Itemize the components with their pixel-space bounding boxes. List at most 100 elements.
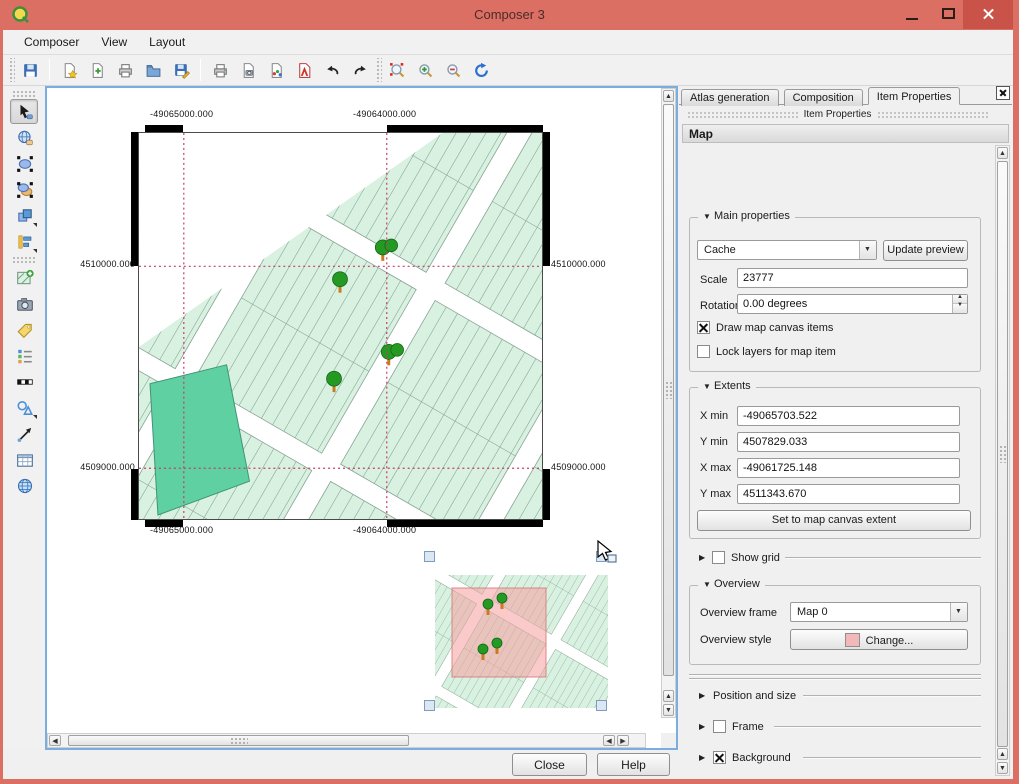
add-basic-shape-button[interactable] [10,395,38,420]
new-composer-button[interactable] [56,57,82,83]
show-grid-checkbox[interactable] [712,551,725,564]
tab-composition[interactable]: Composition [784,89,863,106]
frame-checkbox[interactable] [713,720,726,733]
maximize-button[interactable] [932,0,964,29]
scroll-left-button-2[interactable]: ◀ [603,735,615,746]
ungroup-items-button[interactable] [10,177,38,202]
main-properties-title[interactable]: Main properties [698,210,795,222]
dropdown-indicator-icon [33,249,37,253]
tab-item-properties[interactable]: Item Properties [868,87,961,105]
position-size-expand-icon[interactable] [699,691,710,700]
align-items-button[interactable] [10,229,38,254]
refresh-button[interactable] [468,57,494,83]
load-template-button[interactable] [140,57,166,83]
background-expand-icon[interactable] [699,753,710,762]
add-scalebar-button[interactable] [10,369,38,394]
extents-title[interactable]: Extents [698,380,756,392]
xmax-input[interactable] [737,458,960,478]
panel-scroll-thumb[interactable] [997,161,1008,747]
add-arrow-button[interactable] [10,421,38,446]
scroll-down-button[interactable]: ▼ [663,704,674,716]
menu-layout[interactable]: Layout [138,30,196,54]
overview-map-item[interactable] [435,575,608,708]
panel-scroll-down-button[interactable]: ▼ [997,762,1008,774]
overview-frame-combo[interactable]: Map 0 [790,602,968,622]
scale-input[interactable] [737,268,968,288]
print-button[interactable] [207,57,233,83]
composition-page[interactable]: -49065000.000-49064000.000-49065000.000-… [47,88,661,733]
overview-style-change-button[interactable]: Change... [790,629,968,650]
select-move-item-button[interactable] [10,99,38,124]
selection-handle[interactable] [424,700,435,711]
horizontal-scroll-thumb[interactable] [68,735,409,746]
tab-atlas-generation[interactable]: Atlas generation [681,89,779,106]
panel-scrollbar[interactable]: ▲ ▲ ▼ [995,145,1010,776]
add-label-button[interactable] [10,317,38,342]
background-checkbox[interactable] [713,751,726,764]
scroll-left-button[interactable]: ◀ [49,735,61,746]
overview-title[interactable]: Overview [698,578,765,590]
selection-handle[interactable] [596,700,607,711]
collapse-arrow-icon[interactable] [703,382,714,391]
close-window-button[interactable] [963,0,1013,29]
export-image-button[interactable] [235,57,261,83]
zoom-in-button[interactable] [412,57,438,83]
panel-scroll-up-button[interactable]: ▲ [997,147,1008,159]
ymax-input[interactable] [737,484,960,504]
minimize-button[interactable] [896,0,928,29]
combo-dropdown-icon[interactable] [950,603,967,621]
canvas-vertical-scrollbar[interactable]: ▲ ▲ ▼ [661,88,676,718]
redo-button[interactable] [347,57,373,83]
menu-view[interactable]: View [90,30,138,54]
save-project-button[interactable] [17,57,43,83]
canvas-horizontal-scrollbar[interactable]: ◀ ◀ ▶ [47,733,646,748]
update-preview-button[interactable]: Update preview [883,240,968,261]
menu-composer[interactable]: Composer [13,30,90,54]
rotation-spinbox[interactable]: 0.00 degrees [737,294,968,314]
export-svg-button[interactable] [263,57,289,83]
scroll-up-button[interactable]: ▲ [663,90,674,102]
duplicate-composer-button[interactable] [84,57,110,83]
preview-mode-combo[interactable]: Cache [697,240,877,260]
selection-handle[interactable] [424,551,435,562]
raise-lower-items-button[interactable] [10,203,38,228]
composition-canvas[interactable]: -49065000.000-49064000.000-49065000.000-… [45,86,678,750]
ymax-label: Y max [700,488,731,500]
collapse-arrow-icon[interactable] [703,212,714,221]
save-template-button[interactable] [168,57,194,83]
add-attribute-table-button[interactable] [10,447,38,472]
zoom-full-button[interactable] [384,57,410,83]
add-image-button[interactable] [10,291,38,316]
close-button[interactable]: Close [512,753,587,776]
dock-close-button[interactable] [996,86,1010,100]
frame-expand-icon[interactable] [699,722,710,731]
ymin-input[interactable] [737,432,960,452]
panel-scroll-up-button-2[interactable]: ▲ [997,748,1008,760]
lock-layers-checkbox[interactable] [697,345,710,358]
add-legend-button[interactable] [10,343,38,368]
frame-label: Frame [732,721,764,733]
undo-button[interactable] [319,57,345,83]
scroll-up-button-2[interactable]: ▲ [663,690,674,702]
help-button[interactable]: Help [597,753,670,776]
combo-dropdown-icon[interactable] [859,241,876,259]
add-new-map-button[interactable] [10,265,38,290]
xmin-input[interactable] [737,406,960,426]
show-grid-expand-icon[interactable] [699,553,710,562]
collapse-arrow-icon[interactable] [703,580,714,589]
add-html-frame-button[interactable] [10,473,38,498]
scroll-right-button[interactable]: ▶ [617,735,629,746]
rotation-spin-buttons[interactable] [952,295,967,313]
set-to-map-canvas-extent-button[interactable]: Set to map canvas extent [697,510,971,531]
ungroup-icon [16,181,34,199]
dialog-footer: Close Help [3,750,679,779]
left-toolbar [3,86,45,749]
zoom-out-button[interactable] [440,57,466,83]
group-items-button[interactable] [10,151,38,176]
move-item-content-button[interactable] [10,125,38,150]
composer-manager-button[interactable] [112,57,138,83]
draw-map-canvas-items-checkbox[interactable] [697,321,710,334]
map-item[interactable] [138,132,543,520]
export-pdf-button[interactable] [291,57,317,83]
vertical-scroll-thumb[interactable] [663,104,674,676]
